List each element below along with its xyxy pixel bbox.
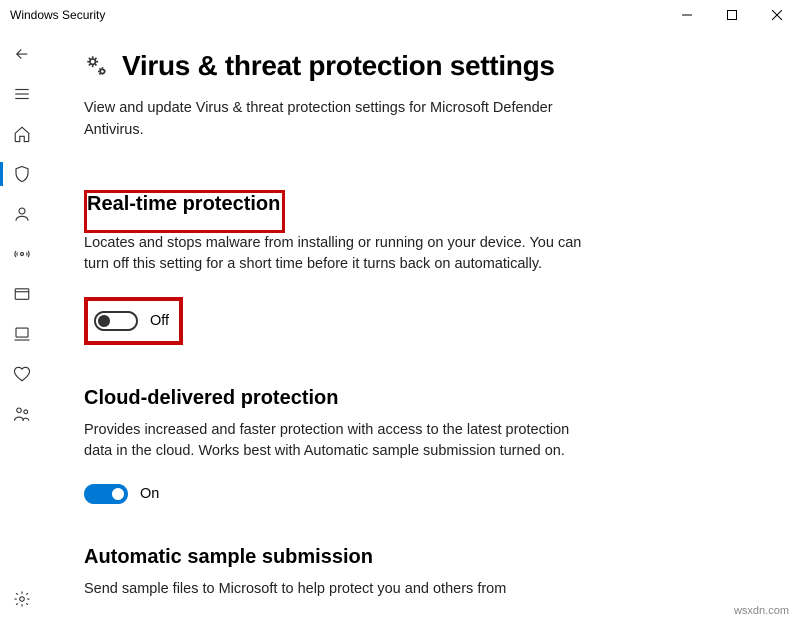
- minimize-button[interactable]: [664, 0, 709, 30]
- section-sample-submission: Automatic sample submission Send sample …: [84, 546, 594, 600]
- section-cloud-protection: Cloud-delivered protection Provides incr…: [84, 387, 594, 504]
- maximize-button[interactable]: [709, 0, 754, 30]
- sample-title: Automatic sample submission: [84, 546, 594, 569]
- nav-device-performance[interactable]: [0, 354, 44, 394]
- highlight-realtime-title: Real-time protection: [84, 190, 285, 233]
- hamburger-icon: [13, 85, 31, 103]
- home-icon: [13, 125, 31, 143]
- window-title: Windows Security: [10, 8, 105, 22]
- page-title: Virus & threat protection settings: [122, 50, 555, 82]
- close-icon: [772, 10, 782, 20]
- back-arrow-icon: [13, 45, 31, 63]
- titlebar: Windows Security: [0, 0, 799, 30]
- nav-firewall[interactable]: [0, 234, 44, 274]
- network-icon: [13, 245, 31, 263]
- cloud-toggle[interactable]: [84, 484, 128, 504]
- close-button[interactable]: [754, 0, 799, 30]
- maximize-icon: [727, 10, 737, 20]
- realtime-title: Real-time protection: [87, 193, 280, 216]
- gear-icon: [13, 590, 31, 608]
- page-header: Virus & threat protection settings: [84, 50, 769, 82]
- cloud-description: Provides increased and faster protection…: [84, 420, 594, 462]
- nav-account-protection[interactable]: [0, 194, 44, 234]
- nav-device-security[interactable]: [0, 314, 44, 354]
- sample-description: Send sample files to Microsoft to help p…: [84, 579, 594, 600]
- nav-home[interactable]: [0, 114, 44, 154]
- window-controls: [664, 0, 799, 30]
- menu-button[interactable]: [0, 74, 44, 114]
- cloud-title: Cloud-delivered protection: [84, 387, 594, 410]
- device-icon: [13, 325, 31, 343]
- back-button[interactable]: [0, 34, 44, 74]
- page-description: View and update Virus & threat protectio…: [84, 98, 564, 142]
- cloud-toggle-label: On: [140, 486, 159, 502]
- family-icon: [13, 405, 31, 423]
- minimize-icon: [682, 10, 692, 20]
- gears-icon: [84, 53, 110, 79]
- section-realtime-protection: Real-time protection Locates and stops m…: [84, 190, 594, 345]
- realtime-description: Locates and stops malware from installin…: [84, 233, 594, 275]
- realtime-toggle[interactable]: [94, 311, 138, 331]
- nav-virus-protection[interactable]: [0, 154, 44, 194]
- heart-icon: [13, 365, 31, 383]
- realtime-toggle-label: Off: [150, 313, 169, 329]
- nav-settings[interactable]: [0, 579, 44, 619]
- highlight-realtime-toggle: Off: [84, 297, 183, 345]
- nav-family-options[interactable]: [0, 394, 44, 434]
- app-window-icon: [13, 285, 31, 303]
- content-area: Virus & threat protection settings View …: [44, 30, 799, 621]
- shield-icon: [13, 165, 31, 183]
- nav-app-browser[interactable]: [0, 274, 44, 314]
- person-icon: [13, 205, 31, 223]
- watermark: wsxdn.com: [734, 605, 789, 617]
- sidebar: [0, 30, 44, 621]
